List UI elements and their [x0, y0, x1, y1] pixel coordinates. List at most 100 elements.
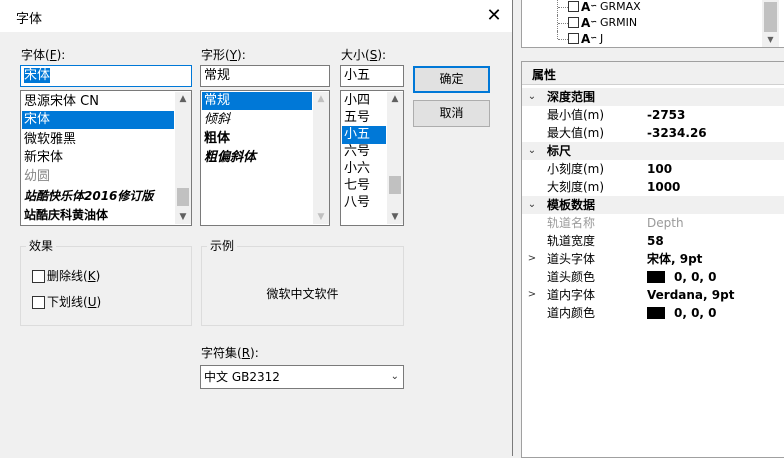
- scrollbar-thumb[interactable]: [177, 188, 189, 206]
- effects-group: [20, 246, 192, 326]
- list-item[interactable]: 小四: [342, 92, 386, 110]
- tree-item-grmax[interactable]: A∽ GRMAX: [522, 0, 762, 15]
- color-value: 0, 0, 0: [674, 270, 717, 284]
- scroll-up-arrow-icon[interactable]: ▲: [387, 92, 403, 106]
- list-item[interactable]: 站酷庆科黄油体: [22, 206, 174, 224]
- font-size-list[interactable]: 小四 五号 小五 六号 小六 七号 八号 ▲ ▼: [340, 90, 404, 226]
- tree-connector: [558, 23, 568, 24]
- property-value[interactable]: 58: [647, 232, 664, 250]
- property-row-min-depth[interactable]: 最小值(m) -2753: [522, 106, 784, 124]
- color-swatch: [647, 307, 665, 319]
- strikethrough-label[interactable]: 删除线(K): [47, 269, 100, 283]
- cancel-button[interactable]: 取消: [413, 100, 490, 127]
- collapse-chevron-icon[interactable]: ⌄: [526, 89, 538, 105]
- font-family-list[interactable]: 思源宋体 CN 宋体 微软雅黑 新宋体 幼圆 站酷快乐体2016修订版 站酷庆科…: [20, 90, 192, 226]
- font-size-input[interactable]: 小五: [340, 65, 404, 87]
- tree-item-label: GRMIN: [600, 16, 638, 29]
- list-item[interactable]: 倾斜: [202, 111, 312, 129]
- font-family-label: 字体(F):: [21, 48, 66, 62]
- property-name: 最大值(m): [547, 126, 605, 140]
- list-item[interactable]: 幼圆: [22, 168, 174, 186]
- list-item[interactable]: 思源宋体 CN: [22, 93, 174, 111]
- font-size-label: 大小(S):: [341, 48, 387, 62]
- expand-chevron-icon[interactable]: >: [526, 251, 538, 267]
- property-row-minor-tick[interactable]: 小刻度(m) 100: [522, 160, 784, 178]
- property-value[interactable]: 0, 0, 0: [647, 268, 717, 286]
- list-item[interactable]: 常规: [202, 92, 312, 110]
- tree-connector: [558, 7, 568, 8]
- ruler-icon: A∽: [581, 32, 597, 46]
- property-row-track-name[interactable]: 轨道名称 Depth: [522, 214, 784, 232]
- tree-checkbox[interactable]: [568, 1, 579, 12]
- tree-item-j[interactable]: A∽ J: [522, 31, 762, 47]
- collapse-chevron-icon[interactable]: ⌄: [526, 197, 538, 213]
- font-style-input[interactable]: 常规: [200, 65, 330, 87]
- effects-group-label: 效果: [26, 239, 57, 253]
- category-depth-range[interactable]: ⌄ 深度范围: [522, 88, 784, 106]
- scroll-down-arrow-icon[interactable]: ▼: [313, 210, 329, 224]
- category-ruler[interactable]: ⌄ 标尺: [522, 142, 784, 160]
- list-item[interactable]: 站酷快乐体2016修订版: [22, 187, 174, 205]
- tree-connector: [557, 31, 558, 39]
- list-item[interactable]: 微软雅黑: [22, 131, 174, 149]
- tree-connector: [558, 39, 568, 40]
- close-button[interactable]: ✕: [480, 2, 508, 30]
- property-row-inner-font[interactable]: > 道内字体 Verdana, 9pt: [522, 286, 784, 304]
- list-item[interactable]: 粗体: [202, 130, 312, 148]
- strikethrough-checkbox[interactable]: [32, 270, 45, 283]
- font-list-scrollbar[interactable]: ▲ ▼: [175, 92, 191, 224]
- list-item[interactable]: 小六: [342, 160, 386, 178]
- scroll-down-arrow-icon[interactable]: ▼: [764, 35, 777, 45]
- property-value[interactable]: -2753: [647, 106, 685, 124]
- expand-chevron-icon[interactable]: >: [526, 287, 538, 303]
- property-row-track-width[interactable]: 轨道宽度 58: [522, 232, 784, 250]
- property-value[interactable]: 1000: [647, 178, 680, 196]
- underline-label[interactable]: 下划线(U): [47, 295, 101, 309]
- category-label: 标尺: [547, 144, 572, 158]
- property-row-major-tick[interactable]: 大刻度(m) 1000: [522, 178, 784, 196]
- scroll-down-arrow-icon[interactable]: ▼: [387, 210, 403, 224]
- layer-tree: A∽ GRMAX A∽ GRMIN A∽ J: [521, 0, 784, 48]
- property-row-header-font[interactable]: > 道头字体 宋体, 9pt: [522, 250, 784, 268]
- dialog-titlebar[interactable]: [0, 0, 512, 32]
- property-row-inner-color[interactable]: 道内颜色 0, 0, 0: [522, 304, 784, 322]
- font-style-label: 字形(Y):: [201, 48, 246, 62]
- sample-group-label: 示例: [207, 239, 238, 253]
- property-value[interactable]: 宋体, 9pt: [647, 250, 702, 268]
- underline-checkbox[interactable]: [32, 296, 45, 309]
- property-value[interactable]: 0, 0, 0: [647, 304, 717, 322]
- tree-checkbox[interactable]: [568, 17, 579, 28]
- size-list-scrollbar[interactable]: ▲ ▼: [387, 92, 403, 224]
- list-item[interactable]: 新宋体: [22, 149, 174, 167]
- tree-item-grmin[interactable]: A∽ GRMIN: [522, 15, 762, 31]
- list-item[interactable]: 六号: [342, 143, 386, 161]
- list-item[interactable]: 七号: [342, 177, 386, 195]
- property-row-header-color[interactable]: 道头颜色 0, 0, 0: [522, 268, 784, 286]
- property-grid-header: 属性: [522, 62, 784, 85]
- list-item[interactable]: 宋体: [22, 111, 174, 129]
- category-label: 深度范围: [547, 90, 596, 104]
- list-item[interactable]: 小五: [342, 126, 386, 144]
- font-family-input[interactable]: 宋体: [20, 65, 192, 87]
- property-row-max-depth[interactable]: 最大值(m) -3234.26: [522, 124, 784, 142]
- property-value[interactable]: 100: [647, 160, 672, 178]
- collapse-chevron-icon[interactable]: ⌄: [526, 143, 538, 159]
- property-value[interactable]: Verdana, 9pt: [647, 286, 734, 304]
- tree-scrollbar-thumb[interactable]: [764, 2, 777, 32]
- ok-button[interactable]: 确定: [413, 66, 490, 93]
- style-list-scrollbar[interactable]: ▲ ▼: [313, 92, 329, 224]
- scrollbar-thumb[interactable]: [389, 176, 401, 194]
- font-style-list[interactable]: 常规 倾斜 粗体 粗偏斜体 ▲ ▼: [200, 90, 330, 226]
- scroll-up-arrow-icon[interactable]: ▲: [313, 92, 329, 106]
- list-item[interactable]: 八号: [342, 194, 386, 212]
- scroll-up-arrow-icon[interactable]: ▲: [175, 92, 191, 106]
- property-value[interactable]: -3234.26: [647, 124, 707, 142]
- list-item[interactable]: 五号: [342, 109, 386, 127]
- category-template-data[interactable]: ⌄ 模板数据: [522, 196, 784, 214]
- charset-select[interactable]: 中文 GB2312 ⌄: [200, 365, 404, 389]
- list-item[interactable]: 粗偏斜体: [202, 149, 312, 167]
- scroll-down-arrow-icon[interactable]: ▼: [175, 210, 191, 224]
- property-name: 小刻度(m): [547, 162, 605, 176]
- ruler-icon: A∽: [581, 16, 597, 30]
- tree-checkbox[interactable]: [568, 33, 579, 44]
